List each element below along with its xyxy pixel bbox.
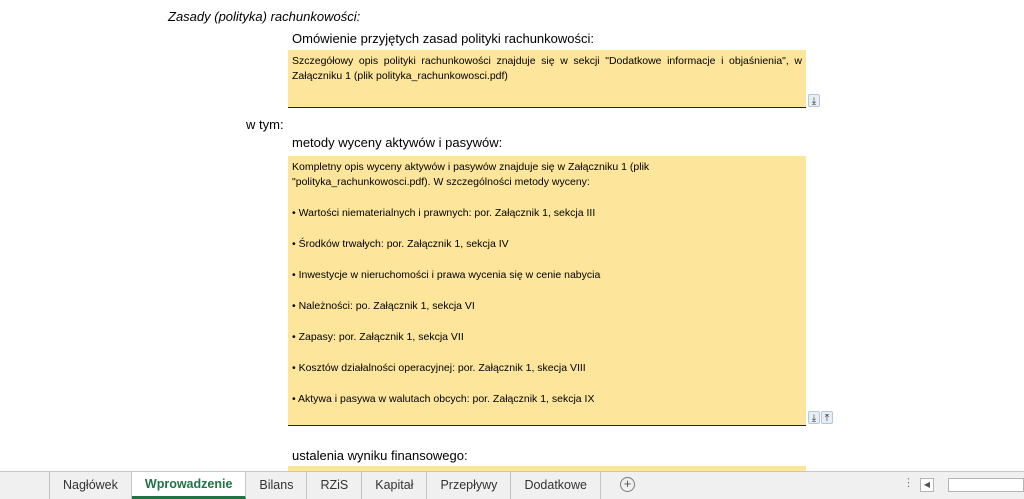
wynik-label: ustalenia wyniku finansowego: xyxy=(292,448,468,463)
section-title: Zasady (polityka) rachunkowości: xyxy=(168,9,361,24)
worksheet-area: Zasady (polityka) rachunkowości: Omówien… xyxy=(0,0,1024,471)
metody-label: metody wyceny aktywów i pasywów: xyxy=(292,135,503,150)
list-item: • Wartości niematerialnych i prawnych: p… xyxy=(292,207,596,219)
omowienie-textbox[interactable]: Szczegółowy opis polityki rachunkowości … xyxy=(288,50,806,108)
scroll-left-icon[interactable]: ◀ xyxy=(920,478,934,492)
tab-kapital[interactable]: Kapitał xyxy=(362,472,428,499)
tab-naglowek[interactable]: Nagłówek xyxy=(50,472,132,499)
tab-bilans[interactable]: Bilans xyxy=(246,472,308,499)
list-item: • Aktywa i pasywa w walutach obcych: por… xyxy=(292,393,595,405)
omowienie-label: Omówienie przyjętych zasad polityki rach… xyxy=(292,31,595,46)
metody-intro-line-1: Kompletny opis wyceny aktywów i pasywów … xyxy=(292,161,650,173)
metody-intro-line-2: "polityka_rachunkowosci.pdf). W szczegól… xyxy=(292,176,590,188)
tab-dodatkowe[interactable]: Dodatkowe xyxy=(511,472,601,499)
sheet-tabs: Nagłówek Wprowadzenie Bilans RZiS Kapita… xyxy=(50,472,601,499)
horizontal-scrollbar[interactable] xyxy=(948,478,1024,492)
list-item: • Należności: po. Załącznik 1, sekcja VI xyxy=(292,300,475,312)
tab-navigation-area xyxy=(0,472,50,499)
sheet-tab-bar: Nagłówek Wprowadzenie Bilans RZiS Kapita… xyxy=(0,471,1024,499)
tab-przeplywy[interactable]: Przepływy xyxy=(427,472,512,499)
expand-icon[interactable]: ⤓ xyxy=(808,411,820,424)
list-item: • Zapasy: por. Załącznik 1, sekcja VII xyxy=(292,331,464,343)
collapse-icon[interactable]: ⤒ xyxy=(821,411,833,424)
list-item: • Środków trwałych: por. Załącznik 1, se… xyxy=(292,238,509,250)
list-item: • Kosztów działalności operacyjnej: por.… xyxy=(292,362,586,374)
w-tym-label: w tym: xyxy=(246,117,284,132)
add-sheet-icon[interactable]: + xyxy=(620,477,635,492)
omowienie-text: Szczegółowy opis polityki rachunkowości … xyxy=(292,55,802,82)
more-options-icon[interactable]: ⋮ xyxy=(903,476,914,489)
tab-rzis[interactable]: RZiS xyxy=(307,472,363,499)
tab-wprowadzenie[interactable]: Wprowadzenie xyxy=(131,472,247,499)
metody-textbox[interactable]: Kompletny opis wyceny aktywów i pasywów … xyxy=(288,156,806,426)
expand-icon[interactable]: ⤓ xyxy=(808,94,820,107)
list-item: • Inwestycje w nieruchomości i prawa wyc… xyxy=(292,269,601,281)
